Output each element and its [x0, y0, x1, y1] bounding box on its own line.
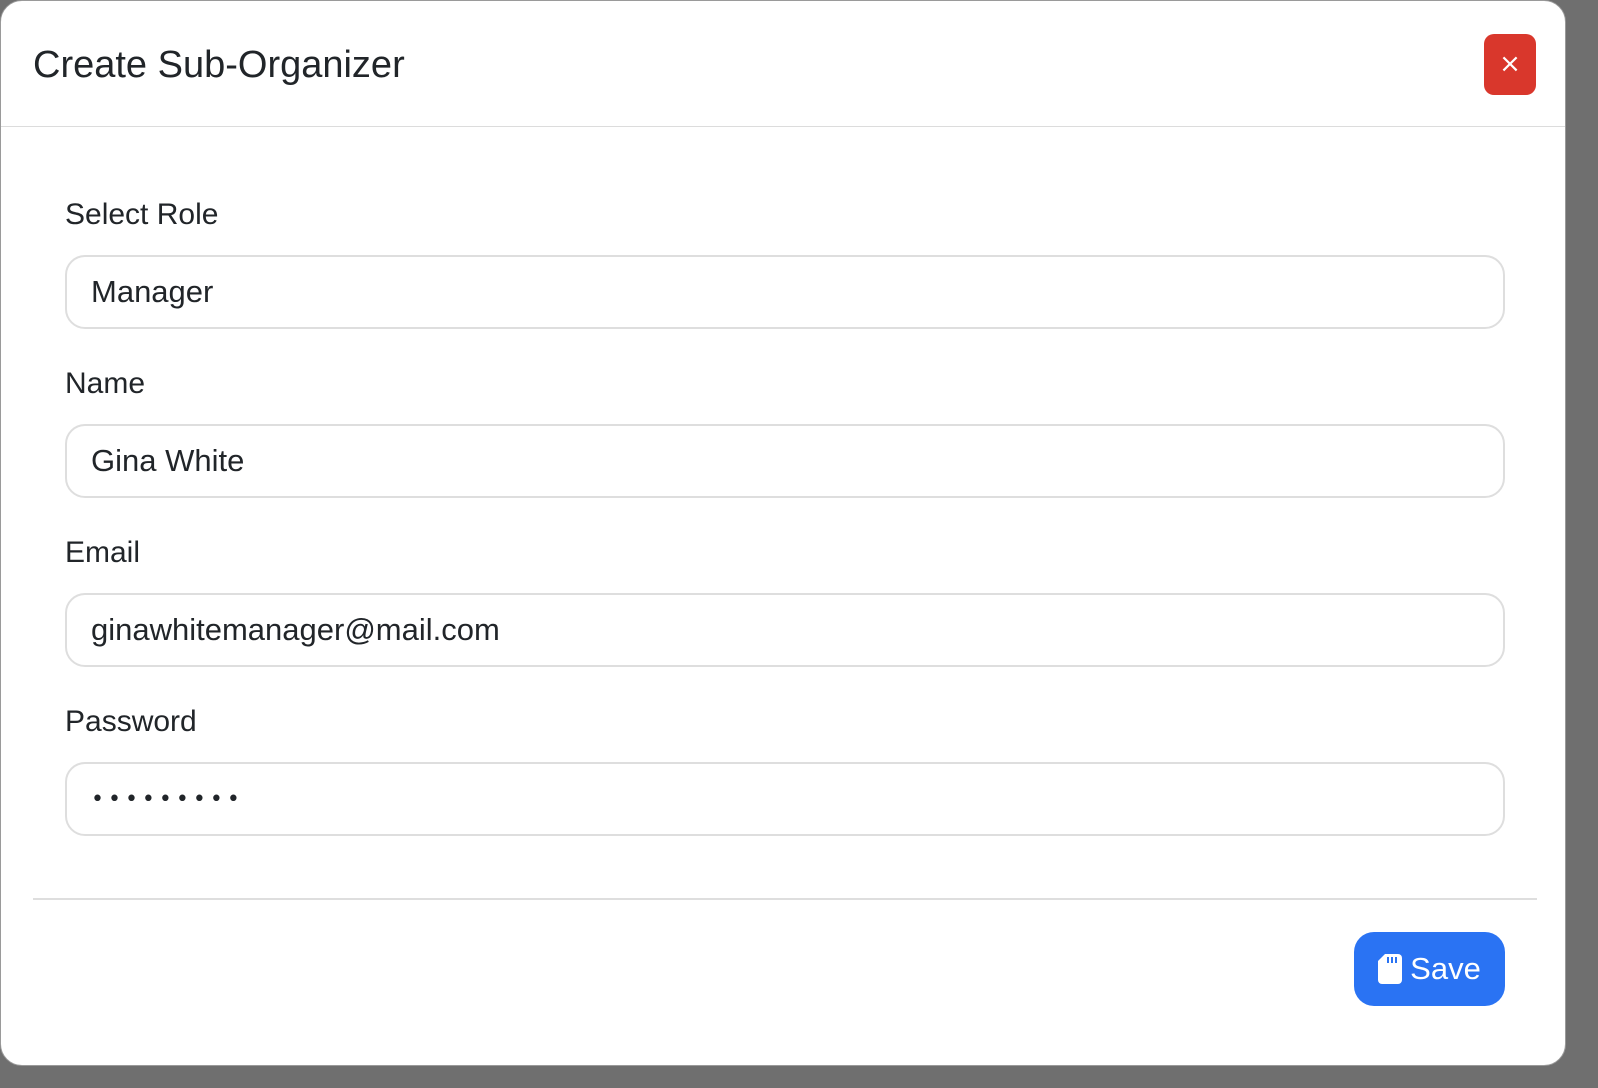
modal-title: Create Sub-Organizer — [33, 44, 405, 86]
close-button[interactable]: × — [1484, 34, 1536, 95]
role-label: Select Role — [65, 198, 219, 231]
create-sub-organizer-modal: Create Sub-Organizer × Select Role Name … — [0, 0, 1566, 1066]
save-button-label: Save — [1410, 951, 1481, 986]
footer-divider — [33, 898, 1537, 900]
modal-header: Create Sub-Organizer × — [1, 1, 1565, 127]
name-label: Name — [65, 367, 146, 400]
password-label: Password — [65, 705, 197, 738]
name-field[interactable] — [65, 424, 1505, 498]
email-field[interactable] — [65, 593, 1505, 667]
role-select[interactable] — [65, 255, 1505, 329]
sd-card-icon — [1378, 954, 1403, 984]
password-field[interactable] — [65, 762, 1505, 836]
email-label: Email — [65, 536, 141, 569]
save-button[interactable]: Save — [1354, 932, 1505, 1006]
